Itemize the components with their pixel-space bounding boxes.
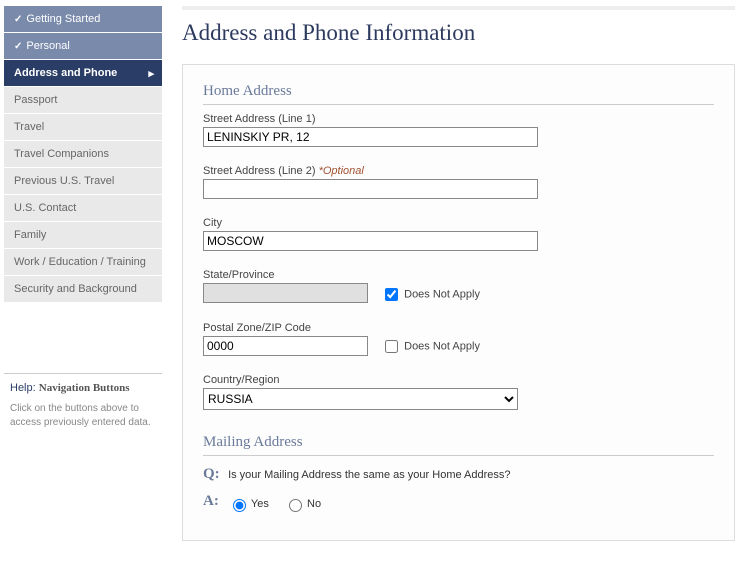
section-mailing-address: Mailing Address [203,434,714,456]
sidebar-item-travel-companions[interactable]: Travel Companions [4,141,162,168]
sidebar-item-label: Previous U.S. Travel [14,175,114,187]
sidebar-item-passport[interactable]: Passport [4,87,162,114]
sidebar-item-address-and-phone[interactable]: Address and Phone [4,60,162,87]
help-text: Click on the buttons above to access pre… [10,402,156,430]
sidebar-item-getting-started[interactable]: Getting Started [4,6,162,33]
sidebar-item-label: Personal [26,40,69,52]
help-label: Navigation Buttons [39,382,130,394]
answer-radio-group: Yes No [228,493,333,512]
sidebar-item-label: Address and Phone [14,67,117,79]
sidebar-item-label: Security and Background [14,283,137,295]
zip-dna-label: Does Not Apply [404,341,480,353]
country-select[interactable]: RUSSIA [203,388,518,410]
zip-label: Postal Zone/ZIP Code [203,322,714,334]
sidebar-item-label: Family [14,229,46,241]
main-content: Address and Phone Information Home Addre… [162,6,745,561]
mailing-same-no-label[interactable]: No [284,498,321,510]
answer-label: A: [203,493,225,510]
sidebar-item-personal[interactable]: Personal [4,33,162,60]
zip-dna-checkbox[interactable] [385,340,398,353]
state-label: State/Province [203,269,714,281]
mailing-same-yes-radio[interactable] [233,499,246,512]
mailing-same-yes-label[interactable]: Yes [228,498,272,510]
sidebar-item-label: Passport [14,94,57,106]
zip-input[interactable] [203,336,368,356]
sidebar-item-work-education-training[interactable]: Work / Education / Training [4,249,162,276]
street2-label: Street Address (Line 2) *Optional [203,165,714,177]
help-title: Help: [10,382,36,394]
sidebar-item-previous-us-travel[interactable]: Previous U.S. Travel [4,168,162,195]
sidebar-item-label: Getting Started [26,13,100,25]
mailing-same-no-radio[interactable] [289,499,302,512]
sidebar-item-family[interactable]: Family [4,222,162,249]
page-title: Address and Phone Information [182,20,735,46]
help-navigation-box: Help: Navigation Buttons Click on the bu… [4,373,162,436]
form-panel: Home Address Street Address (Line 1) Str… [182,64,735,541]
state-input [203,283,368,303]
city-label: City [203,217,714,229]
top-divider [182,6,735,10]
street2-optional: *Optional [319,165,364,177]
city-input[interactable] [203,231,538,251]
sidebar-item-label: Work / Education / Training [14,256,146,268]
sidebar-item-us-contact[interactable]: U.S. Contact [4,195,162,222]
question-label: Q: [203,466,225,483]
state-dna-label: Does Not Apply [404,288,480,300]
section-home-address: Home Address [203,83,714,105]
sidebar-item-travel[interactable]: Travel [4,114,162,141]
state-dna-checkbox[interactable] [385,288,398,301]
street1-input[interactable] [203,127,538,147]
street1-label: Street Address (Line 1) [203,113,714,125]
street2-input[interactable] [203,179,538,199]
sidebar: Getting Started Personal Address and Pho… [4,6,162,561]
sidebar-item-label: U.S. Contact [14,202,76,214]
sidebar-item-security-and-background[interactable]: Security and Background [4,276,162,303]
sidebar-item-label: Travel [14,121,44,133]
question-text: Is your Mailing Address the same as your… [228,466,510,481]
country-label: Country/Region [203,374,714,386]
sidebar-item-label: Travel Companions [14,148,109,160]
